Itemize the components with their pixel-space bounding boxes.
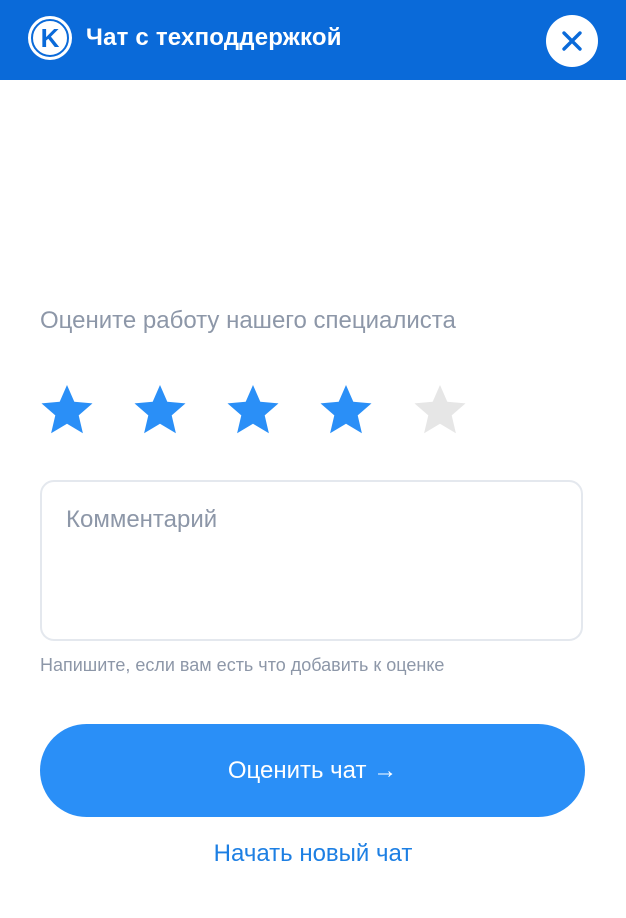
star-icon[interactable] xyxy=(131,382,189,440)
star-icon[interactable] xyxy=(317,382,375,440)
submit-rating-button[interactable]: Оценить чат → xyxy=(40,724,585,817)
comment-input[interactable] xyxy=(66,506,556,616)
close-icon xyxy=(562,31,582,51)
star-icon[interactable] xyxy=(38,382,96,440)
new-chat-link[interactable]: Начать новый чат xyxy=(0,838,626,870)
chat-title: Чат с техподдержкой xyxy=(86,24,342,51)
star-icon[interactable] xyxy=(411,382,469,440)
company-logo-icon: K xyxy=(28,16,72,60)
chat-header: K Чат с техподдержкой xyxy=(0,0,626,80)
rating-prompt: Оцените работу нашего специалиста xyxy=(40,307,456,334)
star-icon[interactable] xyxy=(224,382,282,440)
comment-field-container xyxy=(40,480,583,641)
close-button[interactable] xyxy=(546,15,598,67)
comment-hint: Напишите, если вам есть что добавить к о… xyxy=(40,655,445,675)
logo-letter: K xyxy=(41,23,60,53)
